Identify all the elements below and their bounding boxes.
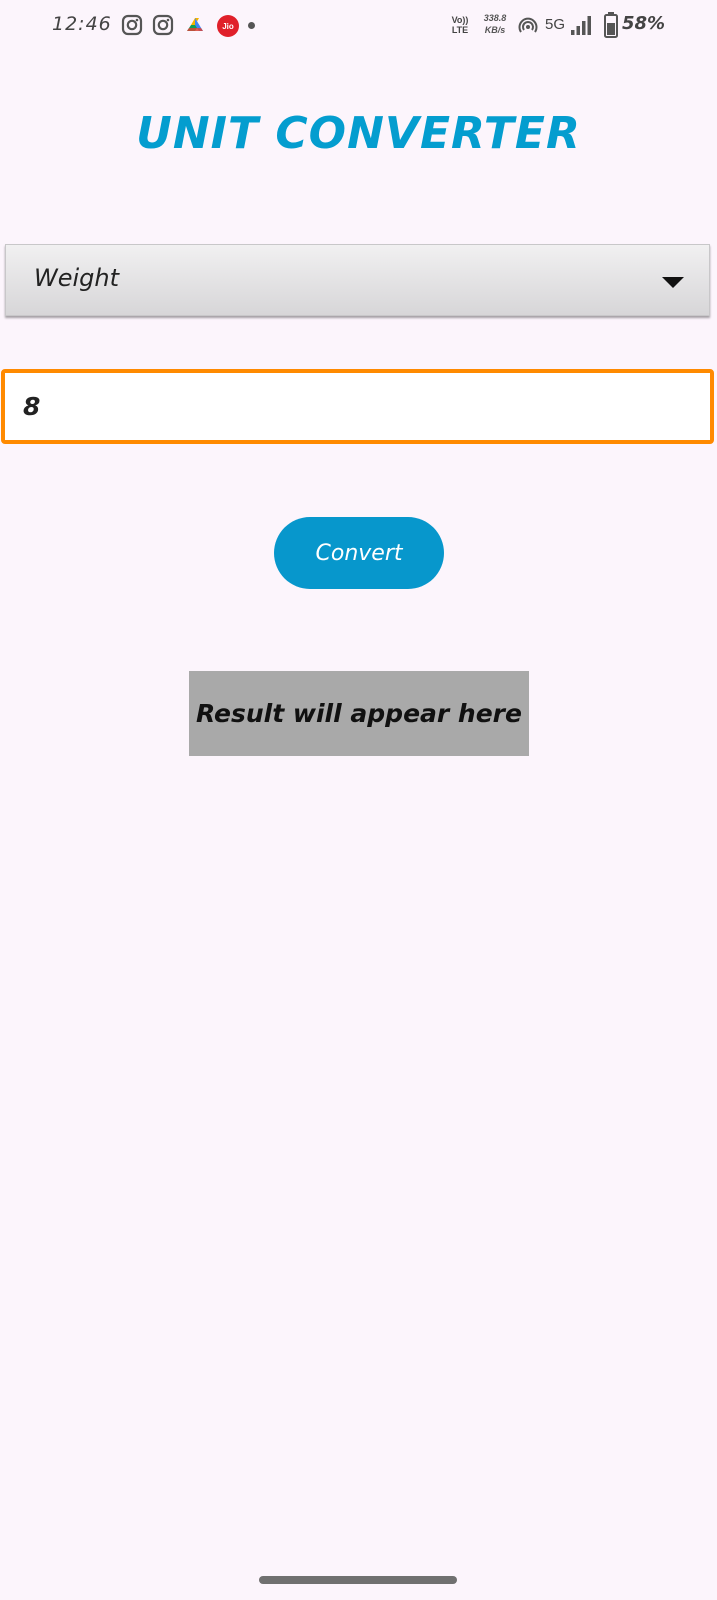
home-indicator[interactable]	[259, 1576, 457, 1584]
value-input[interactable]	[1, 369, 714, 444]
network-speed: 338.8 KB/s	[483, 13, 507, 35]
convert-button[interactable]: Convert	[274, 517, 444, 589]
signal-icon	[571, 16, 591, 35]
battery-percent: 58%	[622, 13, 666, 34]
drive-icon	[187, 18, 203, 31]
instagram-icon	[121, 14, 143, 36]
status-time: 12:46	[52, 13, 112, 35]
unit-type-dropdown[interactable]: Weight	[5, 244, 710, 316]
status-bar: 12:46 Jio Vo)) LTE 338.8 KB/s 5G 58%	[0, 0, 717, 52]
app-title: UNIT CONVERTER	[136, 108, 581, 159]
hotspot-icon	[518, 17, 538, 33]
volte-indicator: Vo)) LTE	[451, 15, 469, 35]
dropdown-arrow-icon	[662, 277, 684, 288]
battery-icon	[604, 12, 618, 38]
dot-icon	[248, 22, 255, 29]
jio-icon: Jio	[217, 15, 239, 37]
result-text: Result will appear here	[196, 699, 522, 728]
network-type: 5G	[545, 16, 566, 33]
result-box: Result will appear here	[189, 671, 529, 756]
unit-type-selected: Weight	[34, 264, 120, 292]
instagram-icon	[152, 14, 174, 36]
